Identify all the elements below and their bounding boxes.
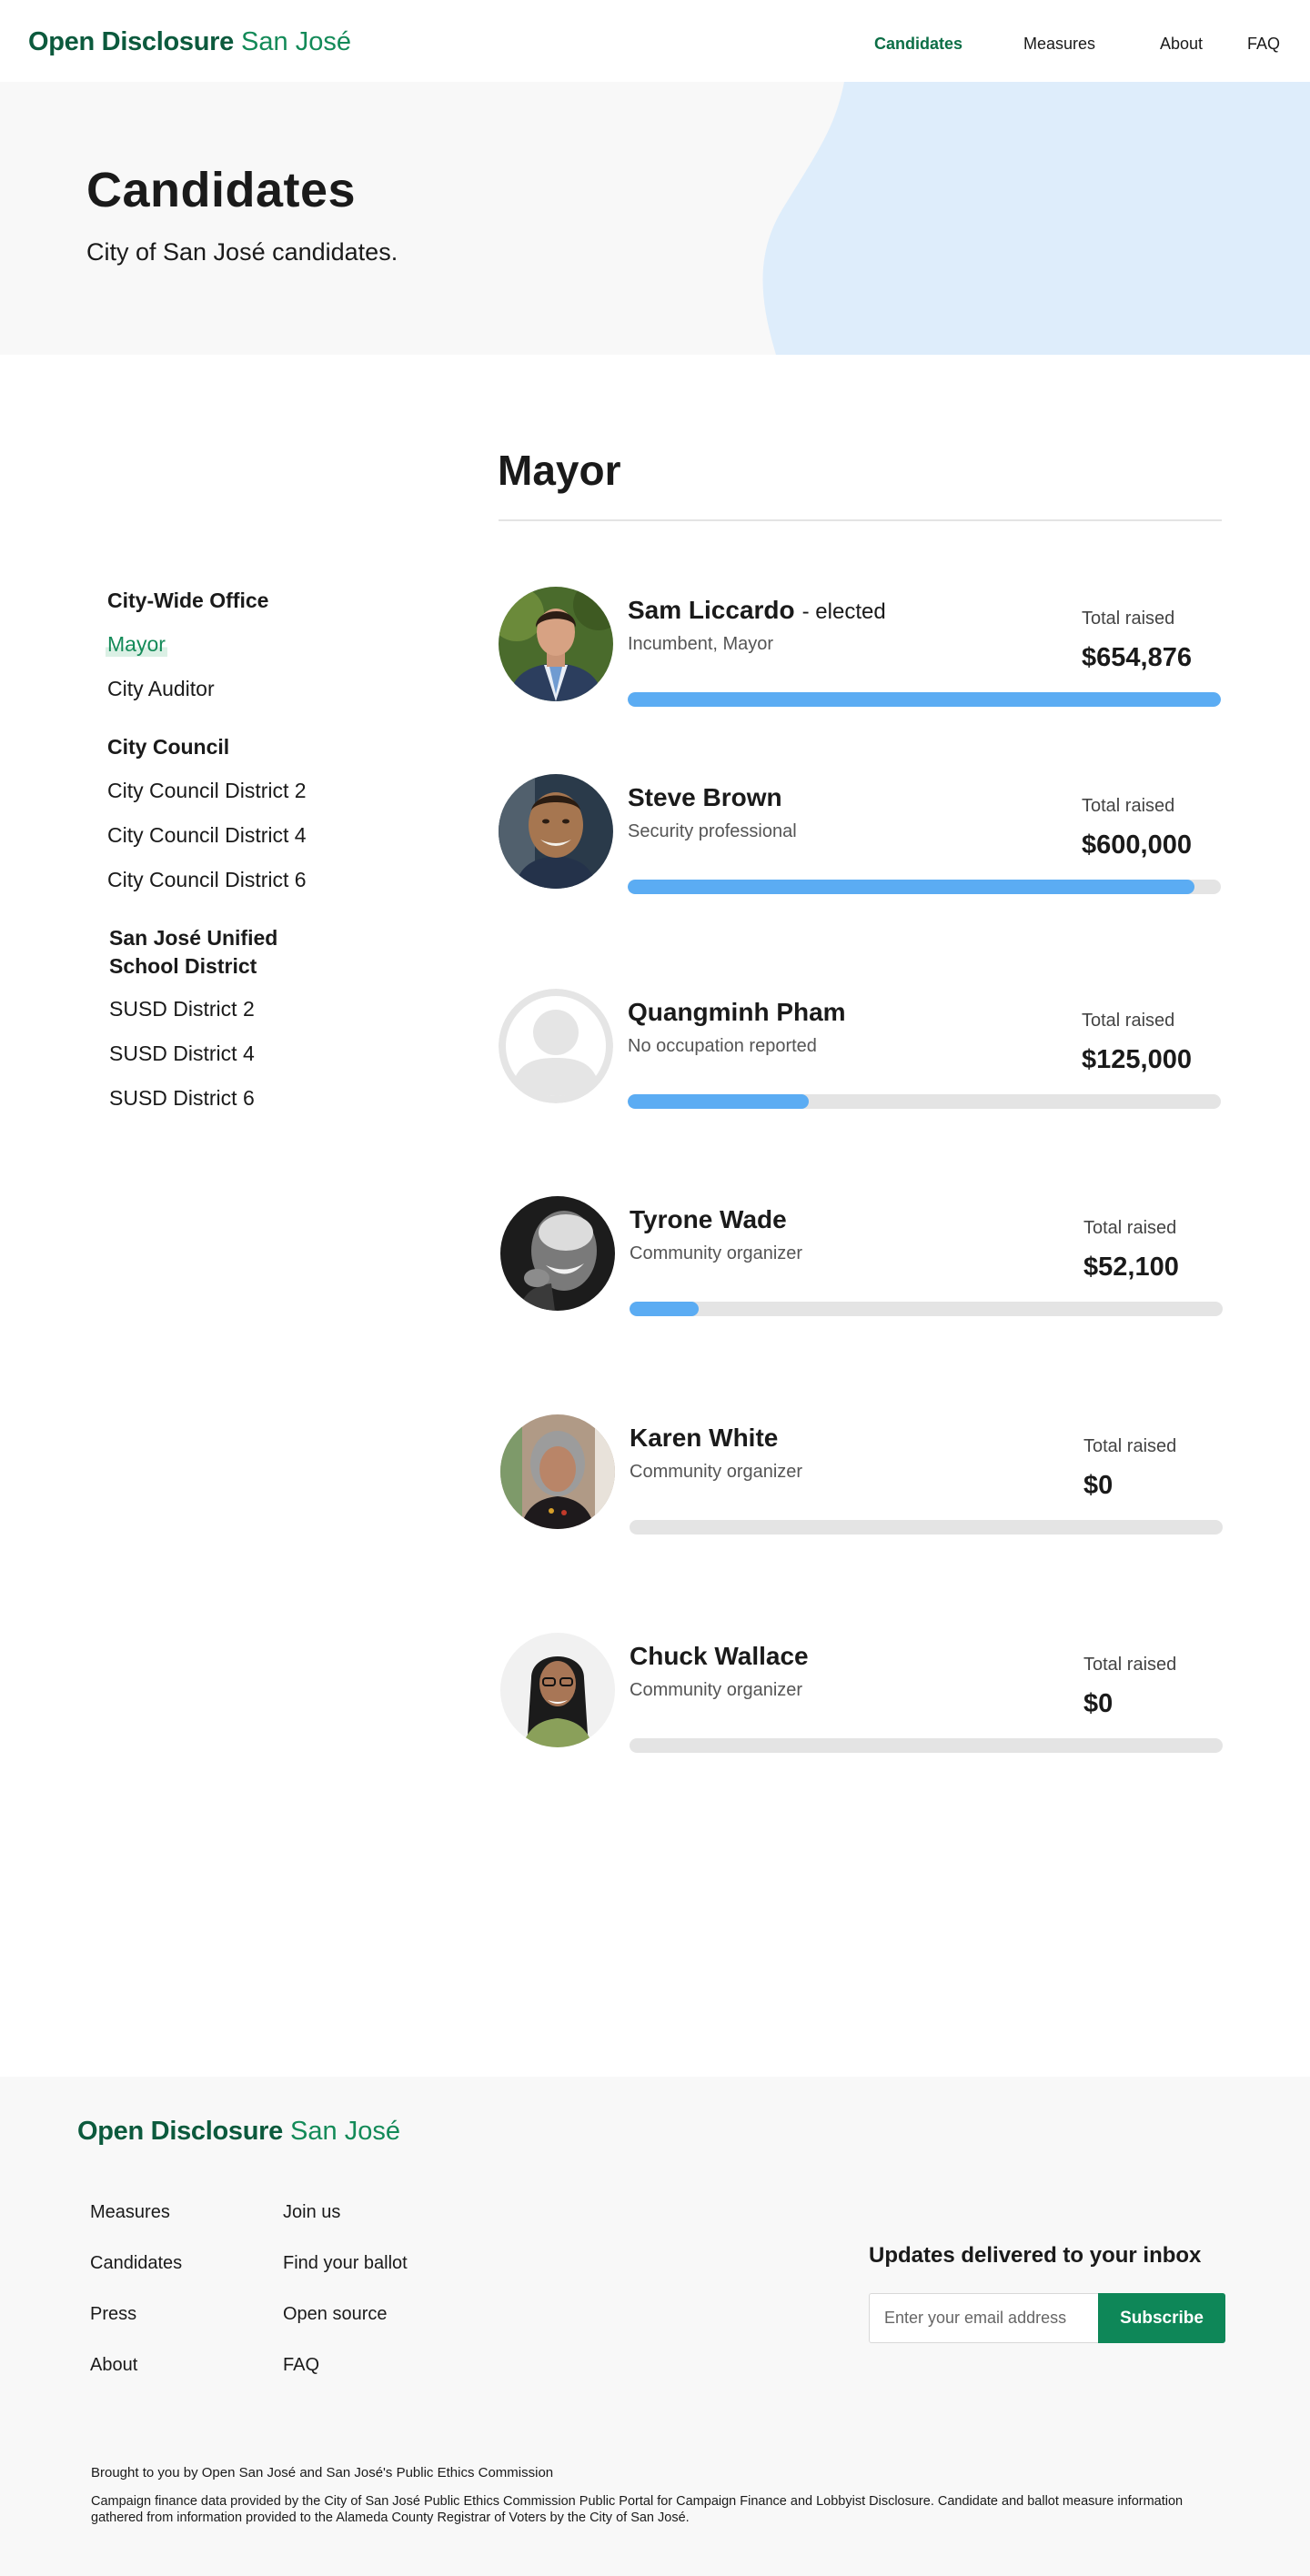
hero-blob-shape <box>762 82 1310 355</box>
fundraising-progress-bar <box>628 880 1221 894</box>
candidate-card[interactable]: Quangminh Pham No occupation reported To… <box>499 989 1224 1116</box>
hero-banner: Candidates City of San José candidates. <box>0 82 1310 355</box>
candidate-photo <box>499 774 613 889</box>
footer-logo-city-text: San José <box>290 2117 400 2146</box>
candidate-occupation: Community organizer <box>630 1680 803 1700</box>
candidate-photo <box>500 1633 615 1747</box>
nav-candidates[interactable]: Candidates <box>874 35 962 54</box>
footer-link-faq[interactable]: FAQ <box>283 2355 319 2376</box>
footer-logo-bold-text: Open Disclosure <box>77 2117 283 2146</box>
candidate-occupation: No occupation reported <box>628 1036 817 1056</box>
footer-link-join-us[interactable]: Join us <box>283 2202 340 2223</box>
sidebar-item-council-district-4[interactable]: City Council District 4 <box>107 823 307 848</box>
fundraising-progress-bar <box>630 1302 1223 1316</box>
newsletter-title: Updates delivered to your inbox <box>869 2243 1202 2268</box>
sidebar-item-mayor[interactable]: Mayor <box>106 632 167 657</box>
fundraising-progress-bar <box>628 1094 1221 1109</box>
footer-link-find-ballot[interactable]: Find your ballot <box>283 2253 408 2274</box>
site-header: Open Disclosure San José Candidates Meas… <box>0 0 1310 82</box>
progress-fill <box>628 1094 809 1109</box>
candidate-name[interactable]: Karen White <box>630 1424 778 1453</box>
footer-link-candidates[interactable]: Candidates <box>90 2253 182 2274</box>
footer-link-press[interactable]: Press <box>90 2304 136 2325</box>
total-raised-label: Total raised <box>1082 1011 1175 1031</box>
footer-credit: Brought to you by Open San José and San … <box>91 2465 554 2480</box>
fundraising-progress-bar <box>630 1738 1223 1753</box>
logo-city-text: San José <box>241 27 351 56</box>
candidate-occupation: Community organizer <box>630 1243 803 1263</box>
progress-fill <box>630 1302 700 1316</box>
total-raised-amount: $52,100 <box>1083 1253 1179 1282</box>
candidate-photo <box>500 1414 615 1529</box>
avatar-placeholder-icon <box>499 989 613 1103</box>
site-logo[interactable]: Open Disclosure San José <box>28 27 351 57</box>
total-raised-label: Total raised <box>1082 796 1175 816</box>
sidebar-heading-susd: San José Unified School District <box>109 924 277 981</box>
sidebar-item-council-district-6[interactable]: City Council District 6 <box>107 868 307 892</box>
fundraising-progress-bar <box>628 692 1221 707</box>
site-footer: Open Disclosure San José Measures Candid… <box>0 2077 1310 2576</box>
page-subtitle: City of San José candidates. <box>86 238 398 266</box>
sidebar-heading-city-wide: City-Wide Office <box>107 589 269 612</box>
candidate-card[interactable]: Chuck Wallace Community organizer Total … <box>500 1633 1225 1760</box>
footer-link-open-source[interactable]: Open source <box>283 2304 388 2325</box>
candidate-name-text: Sam Liccardo <box>628 596 795 624</box>
title-divider <box>499 519 1222 521</box>
candidate-photo <box>499 587 613 701</box>
fundraising-progress-bar <box>630 1520 1223 1535</box>
progress-fill <box>628 880 1195 894</box>
footer-link-about[interactable]: About <box>90 2355 137 2376</box>
total-raised-label: Total raised <box>1083 1218 1177 1238</box>
candidate-card[interactable]: Tyrone Wade Community organizer Total ra… <box>500 1196 1225 1323</box>
sidebar-item-city-auditor[interactable]: City Auditor <box>107 677 215 701</box>
nav-measures[interactable]: Measures <box>1023 35 1095 54</box>
total-raised-amount: $125,000 <box>1082 1045 1192 1074</box>
candidate-card[interactable]: Steve Brown Security professional Total … <box>499 774 1224 901</box>
total-raised-amount: $0 <box>1083 1471 1114 1500</box>
footer-link-measures[interactable]: Measures <box>90 2202 170 2223</box>
sidebar-heading-susd-line2: School District <box>109 954 257 978</box>
subscribe-button[interactable]: Subscribe <box>1098 2293 1225 2343</box>
sidebar-item-susd-district-2[interactable]: SUSD District 2 <box>109 997 255 1021</box>
progress-fill <box>628 692 1221 707</box>
candidate-occupation: Incumbent, Mayor <box>628 634 774 654</box>
footer-logo[interactable]: Open Disclosure San José <box>77 2117 400 2147</box>
total-raised-label: Total raised <box>1083 1436 1177 1456</box>
logo-bold-text: Open Disclosure <box>28 27 234 56</box>
sidebar-item-susd-district-6[interactable]: SUSD District 6 <box>109 1086 255 1111</box>
candidate-name[interactable]: Tyrone Wade <box>630 1205 787 1234</box>
total-raised-label: Total raised <box>1083 1655 1177 1675</box>
sidebar-item-susd-district-4[interactable]: SUSD District 4 <box>109 1041 255 1066</box>
total-raised-amount: $600,000 <box>1082 830 1192 860</box>
candidate-name[interactable]: Sam Liccardo - elected <box>628 596 886 625</box>
total-raised-amount: $0 <box>1083 1689 1114 1718</box>
office-title: Mayor <box>498 447 621 494</box>
nav-about[interactable]: About <box>1160 35 1203 54</box>
candidate-photo <box>500 1196 615 1311</box>
candidate-card[interactable]: Sam Liccardo - elected Incumbent, Mayor T… <box>499 587 1224 714</box>
candidate-card[interactable]: Karen White Community organizer Total ra… <box>500 1414 1225 1542</box>
candidate-occupation: Community organizer <box>630 1462 803 1482</box>
total-raised-label: Total raised <box>1082 609 1175 629</box>
footer-disclaimer: Campaign finance data provided by the Ci… <box>91 2494 1184 2525</box>
email-input[interactable] <box>869 2293 1099 2343</box>
candidate-name[interactable]: Quangminh Pham <box>628 998 846 1027</box>
sidebar-item-council-district-2[interactable]: City Council District 2 <box>107 779 307 803</box>
elected-status: - elected <box>801 599 886 624</box>
sidebar-heading-city-council: City Council <box>107 735 230 759</box>
candidate-name[interactable]: Steve Brown <box>628 783 782 812</box>
sidebar-heading-susd-line1: San José Unified <box>109 926 278 950</box>
candidate-name[interactable]: Chuck Wallace <box>630 1642 809 1671</box>
candidate-occupation: Security professional <box>628 821 797 841</box>
total-raised-amount: $654,876 <box>1082 643 1192 672</box>
nav-faq[interactable]: FAQ <box>1247 35 1280 54</box>
page-title: Candidates <box>86 163 357 217</box>
